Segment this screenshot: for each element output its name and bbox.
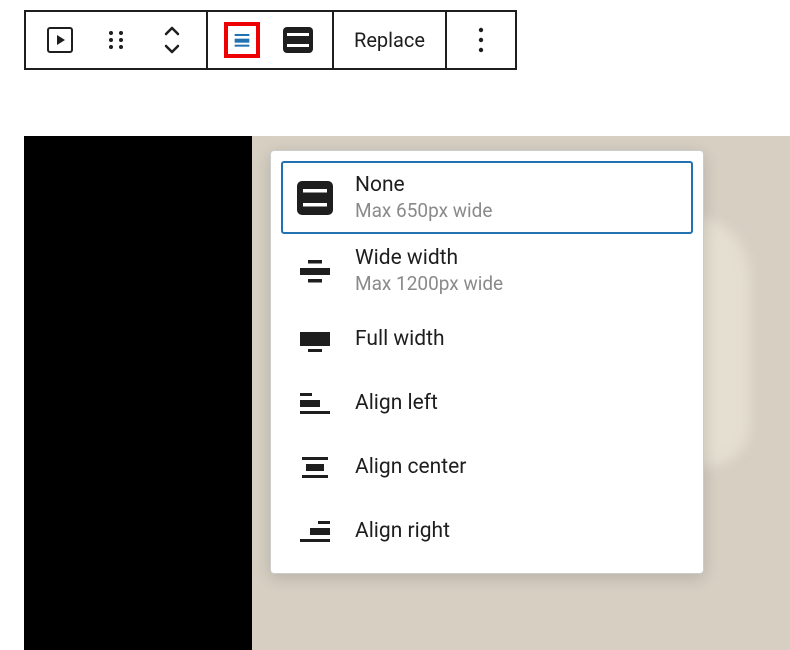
align-option-full[interactable]: Full width xyxy=(281,307,693,371)
toolbar-group-more xyxy=(447,12,515,68)
align-none-icon xyxy=(295,178,335,218)
menu-item-title: Align right xyxy=(355,519,450,543)
move-up-down-icon[interactable] xyxy=(154,22,190,58)
menu-item-title: Align center xyxy=(355,455,466,479)
align-full-icon xyxy=(295,319,335,359)
align-left-icon xyxy=(295,383,335,423)
toolbar-group-block xyxy=(26,12,208,68)
align-center-icon xyxy=(295,447,335,487)
menu-item-subtitle: Max 1200px wide xyxy=(355,272,503,295)
align-option-wide[interactable]: Wide width Max 1200px wide xyxy=(281,234,693,307)
replace-button[interactable]: Replace xyxy=(350,28,429,52)
align-none-icon[interactable] xyxy=(280,22,316,58)
align-wide-icon xyxy=(295,251,335,291)
align-option-none[interactable]: None Max 650px wide xyxy=(281,161,693,234)
drag-handle-icon[interactable] xyxy=(98,22,134,58)
block-type-video-icon[interactable] xyxy=(42,22,78,58)
align-option-center[interactable]: Align center xyxy=(281,435,693,499)
change-alignment-button[interactable] xyxy=(224,22,260,58)
menu-item-subtitle: Max 650px wide xyxy=(355,199,492,222)
alignment-dropdown: None Max 650px wide Wide width Max 1200p… xyxy=(270,150,704,574)
menu-item-title: Full width xyxy=(355,327,445,351)
align-option-left[interactable]: Align left xyxy=(281,371,693,435)
toolbar-group-replace: Replace xyxy=(334,12,447,68)
more-options-icon[interactable] xyxy=(463,22,499,58)
block-toolbar: Replace xyxy=(24,10,517,70)
menu-item-title: Align left xyxy=(355,391,438,415)
toolbar-group-align xyxy=(208,12,334,68)
menu-item-title: Wide width xyxy=(355,246,503,270)
align-option-right[interactable]: Align right xyxy=(281,499,693,563)
video-letterbox xyxy=(24,136,252,650)
menu-item-title: None xyxy=(355,173,492,197)
align-right-icon xyxy=(295,511,335,551)
